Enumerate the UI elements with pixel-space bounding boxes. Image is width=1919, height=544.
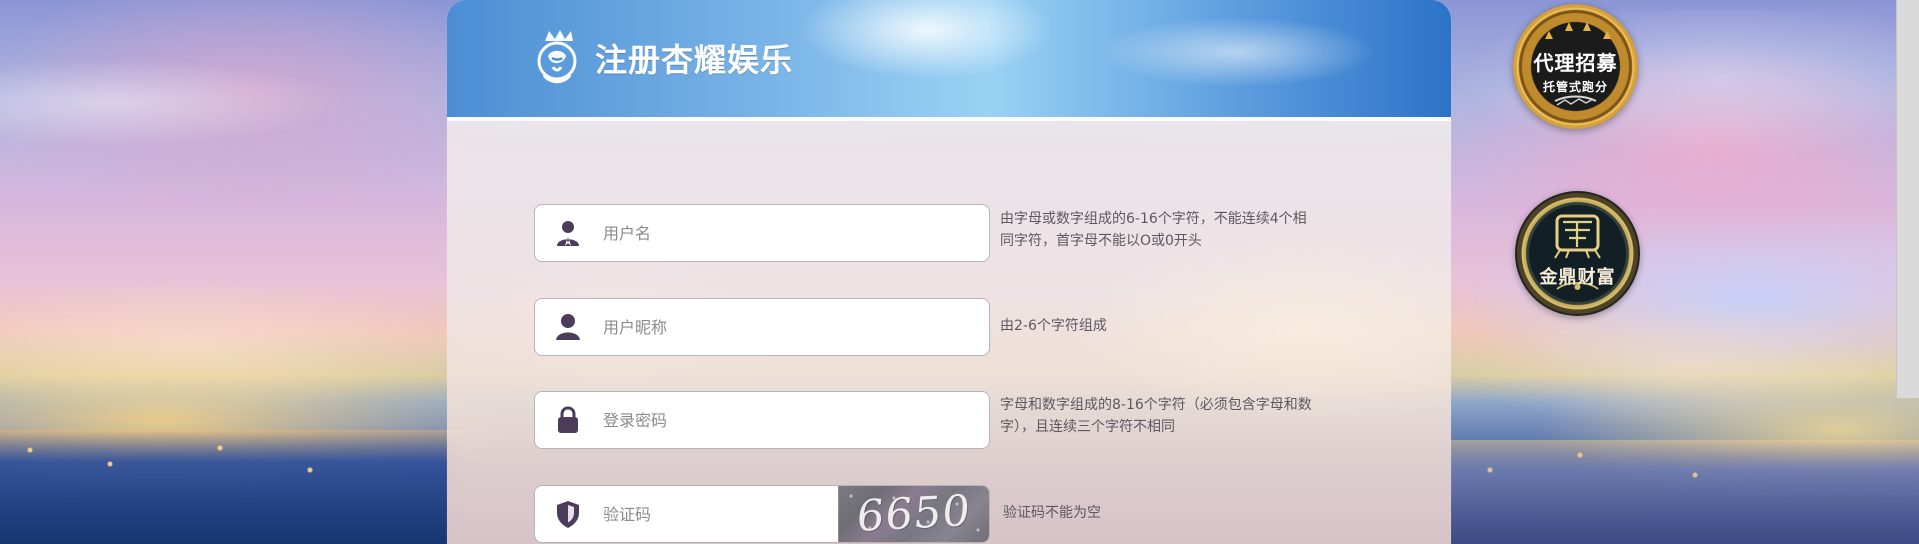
password-row: 字母和数字组成的8-16个字符（必须包含字母和数字），且连续三个字符不相同 [534, 391, 1314, 451]
wealth-badge[interactable]: 金鼎财富 [1515, 191, 1640, 316]
wealth-badge-title: 金鼎财富 [1539, 267, 1616, 288]
nickname-field[interactable] [534, 298, 990, 356]
captcha-field[interactable]: 6650 [534, 485, 990, 543]
password-input[interactable] [603, 392, 963, 448]
lock-icon [553, 405, 583, 435]
background-cloud-left [0, 55, 370, 150]
username-field[interactable] [534, 204, 990, 262]
registration-header: 注册杏耀娱乐 [447, 0, 1451, 117]
password-field[interactable] [534, 391, 990, 449]
page-title: 注册杏耀娱乐 [595, 41, 794, 79]
background-glow-right [1450, 300, 1919, 430]
user-icon [553, 312, 583, 342]
agent-recruitment-badge[interactable]: 代理招募 托管式跑分 [1513, 4, 1638, 129]
page-scrollbar[interactable] [1896, 0, 1919, 398]
brand: 注册杏耀娱乐 [533, 26, 793, 90]
captcha-row: 6650 验证码不能为空 [534, 485, 1314, 544]
username-input[interactable] [603, 205, 963, 261]
captcha-code: 6650 [854, 486, 974, 542]
agent-badge-subtitle: 托管式跑分 [1542, 80, 1608, 94]
captcha-input[interactable] [603, 486, 827, 542]
nickname-input[interactable] [603, 299, 963, 355]
background-city-left [0, 430, 460, 544]
background-glow-left [0, 275, 470, 415]
username-helper-text: 由字母或数字组成的6-16个字符，不能连续4个相同字符，首字母不能以O或0开头 [1000, 211, 1307, 249]
captcha-helper-text: 验证码不能为空 [1003, 505, 1101, 521]
user-suit-icon [553, 218, 583, 248]
captcha-image[interactable]: 6650 [838, 486, 989, 542]
nickname-helper-text: 由2-6个字符组成 [1000, 318, 1107, 334]
nickname-row: 由2-6个字符组成 [534, 298, 1314, 358]
crown-mask-logo-icon [537, 30, 577, 84]
shield-icon [553, 499, 583, 529]
registration-panel: 注册杏耀娱乐 由字母或数字组成的6-16个字符，不能连续4个相同字符，首字母不能… [447, 0, 1451, 544]
background-city-right [1450, 440, 1919, 544]
username-row: 由字母或数字组成的6-16个字符，不能连续4个相同字符，首字母不能以O或0开头 [534, 204, 1314, 264]
agent-badge-title: 代理招募 [1533, 51, 1618, 75]
password-helper-text: 字母和数字组成的8-16个字符（必须包含字母和数字），且连续三个字符不相同 [1000, 397, 1312, 435]
wealth-badge-graphic [1521, 197, 1634, 310]
